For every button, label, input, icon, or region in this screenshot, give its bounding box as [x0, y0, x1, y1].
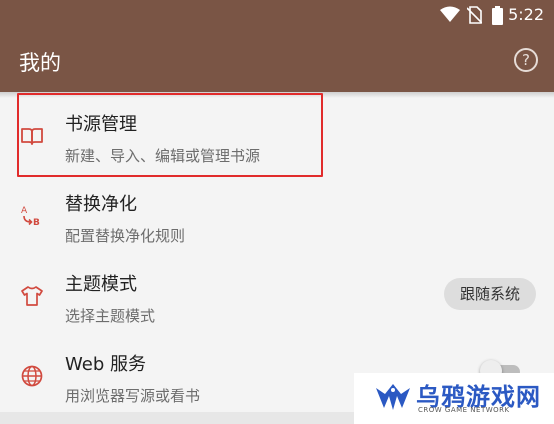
settings-item-title: 替换净化 [65, 194, 137, 215]
help-circle-icon[interactable]: ? [514, 48, 538, 72]
settings-item-title: Web 服务 [65, 354, 146, 375]
app-bar: 我的 ? [0, 30, 554, 92]
text-replace-icon: A B [21, 206, 40, 228]
wifi-icon [440, 6, 460, 22]
svg-text:A: A [21, 206, 28, 216]
settings-item-title: 主题模式 [65, 274, 137, 295]
page-title: 我的 [19, 51, 61, 75]
status-bar: 5:22 [0, 0, 554, 30]
battery-icon [492, 6, 503, 25]
status-time: 5:22 [508, 5, 544, 24]
svg-text:B: B [33, 218, 40, 228]
settings-item-subtitle: 配置替换净化规则 [65, 227, 186, 245]
no-sim-icon [467, 6, 482, 24]
settings-item-subtitle: 用浏览器写源或看书 [65, 387, 201, 405]
watermark: 乌鸦游戏网 CROW GAME NETWORK [354, 373, 554, 424]
screen: 5:22 我的 ? 书源管理 新建、导入、编辑或管理书源 A B 替换净化 配置… [0, 0, 554, 424]
globe-icon [21, 365, 43, 387]
highlight-box [17, 93, 323, 177]
settings-item-replace-purify[interactable]: A B 替换净化 配置替换净化规则 [0, 178, 554, 258]
settings-item-subtitle: 选择主题模式 [65, 307, 156, 325]
tshirt-icon [21, 286, 43, 306]
crow-logo-icon [376, 384, 410, 410]
watermark-tagline: CROW GAME NETWORK [418, 406, 510, 414]
theme-mode-value-chip[interactable]: 跟随系统 [444, 278, 536, 310]
